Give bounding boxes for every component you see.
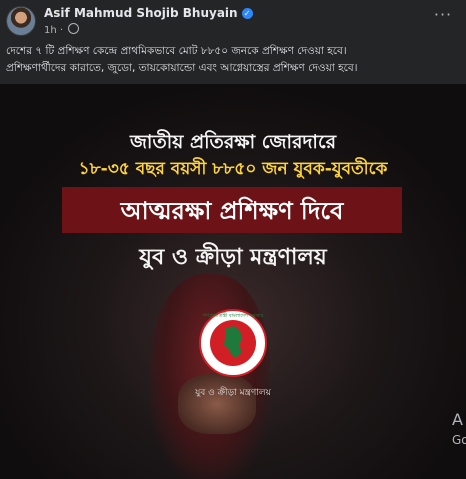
more-options-icon[interactable]: ··· xyxy=(430,7,456,26)
side-letter-1: A xyxy=(452,410,463,429)
poster-banner-text: আত্মরক্ষা প্রশিক্ষণ দিবে xyxy=(120,197,344,225)
author-name[interactable]: Asif Mahmud Shojib Bhuyain ✓ xyxy=(44,6,253,20)
meta-separator: · xyxy=(59,25,64,36)
post-text: দেশের ৭ টি প্রশিক্ষণ কেন্দ্রে প্রাথমিকভা… xyxy=(6,45,358,74)
poster-banner: আত্মরক্ষা প্রশিক্ষণ দিবে xyxy=(62,187,402,233)
poster-line-2: ১৮-৩৫ বছর বয়সী ৮৮৫০ জন যুবক-যুবতীকে xyxy=(78,159,388,179)
author-avatar[interactable] xyxy=(6,6,36,36)
poster-line-4: যুব ও ক্রীড়া মন্ত্রণালয় xyxy=(139,245,327,270)
government-emblem-icon: গণপ্রজাতন্ত্রী বাংলাদেশ সরকার xyxy=(199,309,267,377)
post-time[interactable]: 1h xyxy=(44,25,57,36)
side-overflow-text: A Go xyxy=(452,410,466,450)
emblem-caption: যুব ও ক্রীড়া মন্ত্রণালয় xyxy=(195,388,271,398)
post-meta: 1h · xyxy=(44,23,80,36)
fist-shape xyxy=(178,374,256,434)
emblem-ring-text: গণপ্রজাতন্ত্রী বাংলাদেশ সরকার xyxy=(203,312,264,319)
author-name-text[interactable]: Asif Mahmud Shojib Bhuyain xyxy=(44,6,238,20)
post-image[interactable]: জাতীয় প্রতিরক্ষা জোরদারে ১৮-৩৫ বছর বয়স… xyxy=(0,84,466,479)
post-header: Asif Mahmud Shojib Bhuyain ✓ 1h · ··· xyxy=(0,0,466,40)
globe-icon xyxy=(68,23,80,34)
verified-badge-icon: ✓ xyxy=(241,8,253,19)
side-letter-2: Go xyxy=(452,433,466,447)
